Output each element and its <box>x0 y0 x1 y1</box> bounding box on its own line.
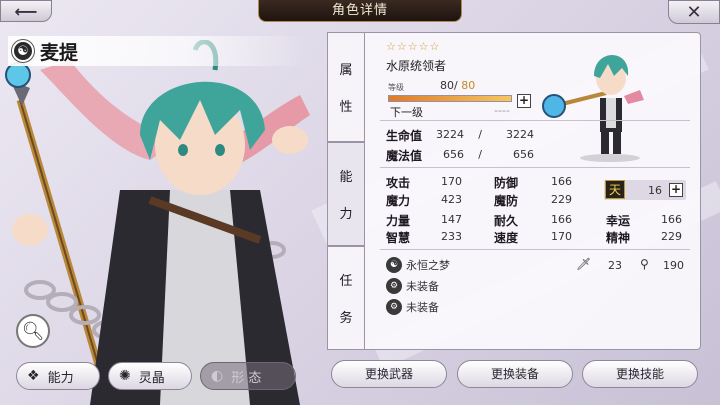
spi-label: 精神 <box>606 231 631 245</box>
character-sprite <box>542 55 644 162</box>
change-skill-button[interactable]: 更换技能 <box>582 360 698 388</box>
change-equipment-button[interactable]: 更换装备 <box>457 360 573 388</box>
character-name: 麦提 <box>40 41 79 64</box>
class-name: 水原统领者 <box>386 59 447 73</box>
hp-value: 3224 <box>436 128 464 141</box>
sword-value: 23 <box>608 259 622 272</box>
wand-stat: ⚲ <box>640 257 649 271</box>
change-weapon-button[interactable]: 更换武器 <box>331 360 447 388</box>
sky-icon: 天 <box>605 180 625 199</box>
ability-tab-button[interactable]: ❖ 能力 <box>16 362 100 390</box>
next-level-value: ---- <box>494 104 510 117</box>
back-button[interactable]: ⟵ <box>0 0 52 22</box>
grid-icon: ❖ <box>27 368 40 384</box>
form-tab-label: 形 态 <box>231 370 262 386</box>
str-value: 147 <box>441 213 462 226</box>
ability-tab-label: 能力 <box>47 370 74 386</box>
close-button[interactable]: ✕ <box>668 0 720 24</box>
luck-label: 幸运 <box>606 214 631 228</box>
swirl-icon: ☯ <box>386 257 402 273</box>
def-value: 166 <box>551 175 572 188</box>
mp-label: 魔法值 <box>386 149 423 163</box>
spd-value: 170 <box>551 230 572 243</box>
spirit-tab-button[interactable]: ✺ 灵晶 <box>108 362 192 390</box>
mag-value: 423 <box>441 193 462 206</box>
tab-abilities-label-1: 能 <box>339 170 353 185</box>
hp-max: 3224 <box>506 128 534 141</box>
atk-label: 攻击 <box>386 176 411 190</box>
int-label: 智慧 <box>386 231 411 245</box>
sky-value: 16 <box>648 184 662 197</box>
end-label: 耐久 <box>494 214 519 228</box>
page-title: 角色详情 <box>258 0 462 22</box>
mp-max: 656 <box>513 148 534 161</box>
tab-attributes[interactable]: 属 性 <box>327 32 365 142</box>
wand-icon: ⚲ <box>640 257 649 271</box>
int-value: 233 <box>441 230 462 243</box>
divider <box>380 120 690 121</box>
sword-stat: 🗡︎ <box>576 257 591 271</box>
equip-slot-accessory-name: 未装备 <box>406 301 439 314</box>
level-up-button[interactable]: + <box>517 94 531 108</box>
back-arrow-icon: ⟵ <box>14 1 38 21</box>
level-progress-fill <box>389 96 511 101</box>
str-label: 力量 <box>386 214 411 228</box>
talent-add-button[interactable]: + <box>669 183 683 197</box>
tab-quests-label-2: 务 <box>339 311 353 326</box>
tab-quests-label-1: 任 <box>339 274 353 289</box>
mp-separator: / <box>478 148 482 161</box>
mp-value: 656 <box>443 148 464 161</box>
level-current: 80 <box>440 79 454 92</box>
spd-label: 速度 <box>494 231 519 245</box>
spirit-tab-label: 灵晶 <box>138 370 165 386</box>
equip-slot-weapon-name: 永恒之梦 <box>406 259 450 272</box>
close-icon: ✕ <box>686 1 702 23</box>
sword-icon: 🗡︎ <box>576 257 592 271</box>
level-max: 80 <box>461 79 476 92</box>
equip-slot-armor[interactable]: ⚙ 未装备 <box>386 278 439 294</box>
form-icon: ◐ <box>211 368 224 384</box>
star-rating: ☆☆☆☆☆ <box>386 40 441 53</box>
tab-attributes-label-2: 性 <box>339 100 353 115</box>
gear-icon: ⚙ <box>386 278 402 294</box>
hp-label: 生命值 <box>386 129 423 143</box>
tab-quests[interactable]: 任 务 <box>327 246 365 350</box>
level-value: 80/ 80 <box>440 79 475 92</box>
tab-abilities[interactable]: 能 力 <box>327 142 365 246</box>
yin-yang-icon: ☯ <box>12 40 34 62</box>
level-separator: / <box>454 79 458 92</box>
equip-slot-accessory[interactable]: ⚙ 未装备 <box>386 299 439 315</box>
spi-value: 229 <box>661 230 682 243</box>
next-level-label: 下一级 <box>390 106 423 119</box>
tab-attributes-label-1: 属 <box>339 63 353 78</box>
divider <box>380 249 690 250</box>
level-label: 等级 <box>388 83 404 92</box>
def-label: 防御 <box>494 176 519 190</box>
character-name-plate: ☯ 麦提 <box>8 36 308 66</box>
hp-separator: / <box>478 128 482 141</box>
atk-value: 170 <box>441 175 462 188</box>
form-tab-button[interactable]: ◐ 形 态 <box>200 362 296 390</box>
end-value: 166 <box>551 213 572 226</box>
gear-icon: ⚙ <box>386 299 402 315</box>
equip-slot-weapon[interactable]: ☯ 永恒之梦 <box>386 257 450 273</box>
wand-value: 190 <box>663 259 684 272</box>
mag-label: 魔力 <box>386 194 411 208</box>
mdef-value: 229 <box>551 193 572 206</box>
divider <box>380 167 690 168</box>
mdef-label: 魔防 <box>494 194 519 208</box>
search-icon: 🔍︎ <box>21 320 45 342</box>
tab-abilities-label-2: 力 <box>339 207 353 222</box>
level-progress-bar <box>388 95 512 102</box>
luck-value: 166 <box>661 213 682 226</box>
gear-icon: ✺ <box>119 368 131 384</box>
equip-slot-armor-name: 未装备 <box>406 280 439 293</box>
character-illustration <box>0 40 340 405</box>
top-bar: ⟵ 角色详情 ✕ <box>0 0 720 24</box>
zoom-button[interactable]: 🔍︎ <box>16 314 50 348</box>
